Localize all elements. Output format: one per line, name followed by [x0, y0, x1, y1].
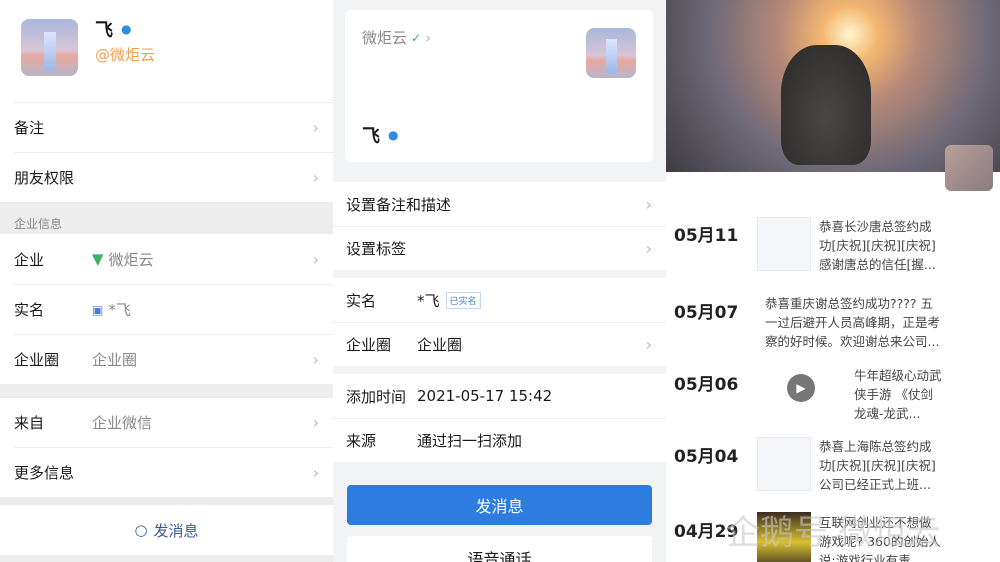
- chevron-right-icon: ›: [312, 463, 319, 482]
- circle-label: 企业圈: [14, 351, 60, 369]
- enterprise-row[interactable]: 企业 ▼ 微炬云 ›: [0, 234, 333, 284]
- remark-row[interactable]: 备注 ›: [0, 103, 333, 152]
- source-row[interactable]: 来自 企业微信 ›: [0, 398, 333, 447]
- profile-card: 微炬云 ✓ › 飞 ●: [345, 10, 653, 162]
- chevron-right-icon: ›: [312, 350, 319, 369]
- section-title: 企业信息: [14, 217, 63, 231]
- realname-row: 实名 *飞 已实名: [333, 278, 666, 322]
- feed-item[interactable]: 05月04 恭喜上海陈总签约成功[庆祝][庆祝][庆祝]公司已经正式上班...: [666, 437, 1000, 497]
- avatar[interactable]: [21, 19, 78, 76]
- chevron-right-icon: ›: [645, 335, 652, 354]
- person-icon: ●: [121, 22, 132, 36]
- chevron-right-icon: ›: [312, 413, 319, 432]
- feed-date: 05月04: [674, 447, 739, 467]
- moments-panel: 05月11 恭喜长沙唐总签约成功[庆祝][庆祝][庆祝]感谢唐总的信任[握...…: [666, 0, 1000, 562]
- circle-row[interactable]: 企业圈 企业圈 ›: [0, 335, 333, 384]
- verified-icon: ✓: [411, 30, 422, 45]
- feed-item[interactable]: 05月06 ▶ 牛年超级心动武侠手游 《仗剑龙魂-龙武...: [666, 365, 1000, 425]
- realname-label: 实名: [14, 301, 45, 319]
- person-icon: ●: [388, 128, 399, 142]
- send-message-button[interactable]: ○ 发消息: [0, 505, 333, 555]
- avatar[interactable]: [945, 145, 993, 191]
- source-label: 来自: [14, 414, 45, 432]
- company-name: 微炬云: [362, 29, 408, 47]
- source-value: 通过扫一扫添加: [417, 432, 523, 450]
- realname-value: *飞: [417, 291, 440, 310]
- friend-permission-row[interactable]: 朋友权限 ›: [0, 153, 333, 202]
- source-row: 来源 通过扫一扫添加: [333, 418, 666, 462]
- company-link[interactable]: 微炬云 ✓ ›: [362, 27, 431, 48]
- voice-call-button[interactable]: 语音通话: [347, 536, 652, 562]
- contact-name: 飞: [95, 20, 113, 41]
- chevron-right-icon: ›: [312, 168, 319, 187]
- realname-label: 实名: [346, 291, 377, 310]
- source-label: 来源: [346, 432, 377, 450]
- chevron-right-icon: ›: [425, 28, 432, 47]
- enterprise-value: 微炬云: [108, 250, 154, 269]
- remark-label: 备注: [14, 119, 45, 137]
- verified-shield-icon: ▼: [92, 250, 104, 268]
- friend-permission-label: 朋友权限: [14, 169, 75, 187]
- feed-text: 牛年超级心动武侠手游 《仗剑龙魂-龙武...: [854, 368, 942, 421]
- id-card-icon: ▣: [92, 302, 104, 317]
- realname-value: *飞: [108, 301, 131, 319]
- verified-badge: 已实名: [445, 291, 481, 309]
- feed-text: 恭喜长沙唐总签约成功[庆祝][庆祝][庆祝]感谢唐总的信任[握...: [819, 219, 936, 272]
- set-tags-row[interactable]: 设置标签 ›: [333, 226, 666, 270]
- circle-row[interactable]: 企业圈 企业圈 ›: [333, 322, 666, 366]
- circle-label: 企业圈: [346, 336, 392, 354]
- feed-item[interactable]: 05月11 恭喜长沙唐总签约成功[庆祝][庆祝][庆祝]感谢唐总的信任[握...: [666, 215, 1000, 275]
- add-time-label: 添加时间: [346, 387, 407, 406]
- chevron-right-icon: ›: [645, 239, 652, 258]
- watermark: 企鹅号 微炬云: [726, 513, 941, 553]
- circle-value: 企业圈: [92, 351, 138, 369]
- contact-detail-panel: 微炬云 ✓ › 飞 ● 设置备注和描述 › 设置标签 › 实名 *飞 已实名 企业圈 企业圈 › …: [333, 0, 666, 562]
- send-message-button[interactable]: 发消息: [347, 485, 652, 525]
- chevron-right-icon: ›: [312, 249, 319, 269]
- feed-text: 恭喜上海陈总签约成功[庆祝][庆祝][庆祝]公司已经正式上班...: [819, 439, 936, 492]
- enterprise-label: 企业: [14, 250, 45, 269]
- feed-thumbnail: [757, 437, 811, 491]
- add-time-row: 添加时间 2021-05-17 15:42: [333, 374, 666, 418]
- feed-thumbnail: [757, 217, 811, 271]
- chevron-right-icon: ›: [645, 194, 652, 214]
- play-icon[interactable]: ▶: [787, 374, 815, 402]
- feed-item[interactable]: 05月07 恭喜重庆谢总签约成功???? 五一过后避开人员高峰期，正是考察的好时…: [666, 293, 1000, 353]
- source-value: 企业微信: [92, 414, 153, 432]
- set-remark-label: 设置备注和描述: [346, 195, 452, 214]
- feed-date: 05月11: [674, 226, 739, 246]
- more-info-row[interactable]: 更多信息 ›: [0, 448, 333, 497]
- chevron-right-icon: ›: [312, 118, 319, 137]
- add-time-value: 2021-05-17 15:42: [417, 387, 553, 405]
- more-info-label: 更多信息: [14, 464, 75, 482]
- chat-bubble-icon: ○: [134, 521, 148, 539]
- send-message-label: 发消息: [153, 521, 199, 540]
- set-tags-label: 设置标签: [346, 240, 407, 258]
- company-handle: @微炬云: [95, 46, 156, 64]
- contact-profile-panel: 飞 ● @微炬云 备注 › 朋友权限 › 企业信息 企业 ▼ 微炬云 › 实名 ▣ *飞 企业…: [0, 0, 333, 562]
- set-remark-row[interactable]: 设置备注和描述 ›: [333, 182, 666, 226]
- feed-text: 恭喜重庆谢总签约成功???? 五一过后避开人员高峰期，正是考察的好时候。欢迎谢总…: [765, 296, 941, 349]
- feed-date: 05月06: [674, 375, 739, 395]
- circle-value: 企业圈: [417, 336, 463, 354]
- realname-row: 实名 ▣ *飞: [0, 285, 333, 334]
- contact-name: 飞: [362, 126, 380, 147]
- feed-date: 05月07: [674, 303, 739, 323]
- avatar[interactable]: [586, 28, 636, 78]
